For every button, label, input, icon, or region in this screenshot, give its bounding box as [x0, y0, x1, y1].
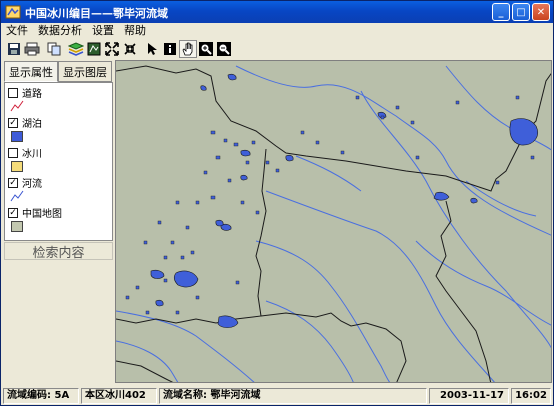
layer-china-map-checkbox[interactable]: ✓ [8, 207, 18, 218]
shrink-extent-button[interactable] [121, 40, 139, 58]
menu-bar: 文件 数据分析 设置 帮助 [1, 23, 553, 39]
layer-roads: 道路 [8, 86, 108, 115]
china-map-fill-symbol-icon [11, 221, 23, 232]
zoom-extent-button[interactable] [103, 40, 121, 58]
status-basin-name: 流域名称: 鄂毕河流域 [159, 388, 427, 404]
layers-button[interactable] [67, 40, 85, 58]
glacier-fill-symbol-icon [11, 161, 23, 172]
road-line-symbol-icon [10, 100, 24, 112]
layer-roads-label: 道路 [22, 89, 42, 100]
pan-button[interactable] [179, 40, 197, 58]
pointer-icon [148, 43, 157, 55]
info-button[interactable] [161, 40, 179, 58]
full-extent-icon [87, 42, 101, 56]
layer-panel: 显示属性 显示图层 道路 ✓ 湖泊 冰川 ✓ 河流 ✓ 中国地图 检索内容 [4, 61, 113, 381]
layer-glaciers-label: 冰川 [22, 149, 42, 160]
zoom-in-button[interactable] [197, 40, 215, 58]
menu-file[interactable]: 文件 [1, 23, 33, 39]
window-title: 中国冰川编目——鄂毕河流域 [25, 7, 168, 20]
copy-button[interactable] [45, 40, 63, 58]
close-button[interactable]: ✕ [532, 3, 550, 21]
zoom-in-icon [199, 42, 213, 56]
layer-lakes: ✓ 湖泊 [8, 116, 108, 142]
title-bar[interactable]: 中国冰川编目——鄂毕河流域 _ □ ✕ [1, 1, 553, 23]
save-icon [8, 43, 20, 55]
toolbar [1, 39, 553, 59]
status-bar: 流域编码: 5A 本区冰川402 流域名称: 鄂毕河流域 2003-11-17 … [1, 386, 553, 406]
zoom-out-icon [217, 42, 231, 56]
layer-china-map: ✓ 中国地图 [8, 206, 108, 232]
menu-data-analysis[interactable]: 数据分析 [33, 23, 87, 39]
layer-glaciers-checkbox[interactable] [8, 147, 18, 158]
pointer-button[interactable] [143, 40, 161, 58]
search-content-button[interactable]: 检索内容 [4, 242, 113, 261]
layer-china-map-label: 中国地图 [22, 209, 62, 220]
status-region-glaciers: 本区冰川402 [81, 388, 157, 404]
zoom-out-button[interactable] [215, 40, 233, 58]
copy-icon [47, 42, 61, 56]
print-button[interactable] [23, 40, 41, 58]
shrink-extent-icon [124, 43, 136, 55]
print-icon [24, 42, 40, 56]
save-button[interactable] [5, 40, 23, 58]
pan-hand-icon [182, 42, 193, 56]
map-canvas[interactable] [116, 61, 552, 383]
layer-lakes-label: 湖泊 [22, 119, 42, 130]
layer-legend: 道路 ✓ 湖泊 冰川 ✓ 河流 ✓ 中国地图 [4, 82, 113, 241]
tab-show-properties[interactable]: 显示属性 [4, 61, 58, 82]
app-icon [5, 5, 21, 19]
info-icon [164, 43, 176, 55]
layers-icon [68, 42, 84, 56]
app-window: 中国冰川编目——鄂毕河流域 _ □ ✕ 文件 数据分析 设置 帮助 显示属性 显… [0, 0, 554, 406]
river-line-symbol-icon [10, 190, 24, 202]
status-date: 2003-11-17 [429, 388, 509, 404]
layer-rivers-label: 河流 [22, 179, 42, 190]
status-time: 16:02 [511, 388, 551, 404]
full-extent-button[interactable] [85, 40, 103, 58]
layer-rivers: ✓ 河流 [8, 176, 108, 205]
layer-glaciers: 冰川 [8, 146, 108, 172]
zoom-extent-icon [105, 42, 119, 56]
layer-rivers-checkbox[interactable]: ✓ [8, 177, 18, 188]
menu-settings[interactable]: 设置 [87, 23, 119, 39]
tab-show-layers[interactable]: 显示图层 [58, 61, 112, 82]
minimize-button[interactable]: _ [492, 3, 510, 21]
layer-roads-checkbox[interactable] [8, 87, 18, 98]
map-view[interactable] [115, 60, 552, 383]
menu-help[interactable]: 帮助 [119, 23, 151, 39]
maximize-button[interactable]: □ [512, 3, 530, 21]
layer-lakes-checkbox[interactable]: ✓ [8, 117, 18, 128]
lake-fill-symbol-icon [11, 131, 23, 142]
status-basin-code: 流域编码: 5A [3, 388, 79, 404]
